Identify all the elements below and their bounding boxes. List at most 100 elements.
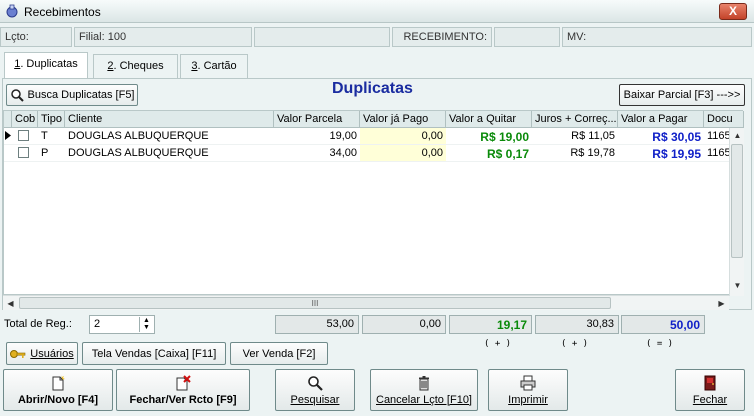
cancelar-lcto-label: Cancelar Lçto [F10] [376, 393, 472, 406]
vertical-scroll-thumb[interactable] [731, 144, 743, 258]
valor-parcela-cell: 34,00 [274, 145, 360, 162]
filial-label: Filial: 100 [79, 31, 127, 43]
fechar-label: Fechar [692, 393, 728, 406]
bottom-button-bar: Abrir/Novo [F4] Fechar/Ver Rcto [F9] Pes… [0, 369, 754, 413]
busca-duplicatas-button[interactable]: Busca Duplicatas [F5] [6, 84, 138, 106]
search-icon [10, 89, 24, 102]
valor-parcela-cell: 19,00 [274, 128, 360, 145]
tela-vendas-button[interactable]: Tela Vendas [Caixa] [F11] [82, 342, 226, 365]
abrir-novo-label: Abrir/Novo [F4] [17, 393, 99, 406]
horizontal-scrollbar[interactable]: ◀ III ▶ [3, 295, 729, 310]
table-row[interactable]: T DOUGLAS ALBUQUERQUE 19,00 0,00 R$ 19,0… [4, 128, 744, 145]
total-reg-label: Total de Reg.: [4, 318, 72, 330]
mv-field: MV: [562, 27, 752, 47]
tipo-cell: P [38, 145, 65, 162]
scroll-grip: III [311, 299, 319, 308]
cob-checkbox[interactable] [18, 130, 29, 141]
lcto-field: Lçto: [0, 27, 72, 47]
fechar-button[interactable]: Fechar [675, 369, 745, 411]
scroll-up-icon[interactable]: ▲ [730, 128, 745, 143]
sign-equals: ( = ) [646, 339, 674, 349]
usuarios-label: Usuários [30, 347, 74, 360]
tipo-cell: T [38, 128, 65, 145]
abrir-novo-button[interactable]: Abrir/Novo [F4] [3, 369, 113, 411]
column-header-juros[interactable]: Juros + Correç... [532, 111, 618, 128]
tab-cartao[interactable]: 3. Cartão [180, 54, 248, 78]
valor-pago-cell[interactable]: 0,00 [360, 145, 446, 162]
tab-label: . Cartão [197, 60, 237, 72]
panel-heading: Duplicatas [332, 80, 413, 97]
close-document-icon [176, 374, 191, 390]
tab-label: . Cheques [113, 60, 164, 72]
recebimento-field: RECEBIMENTO: [392, 27, 492, 47]
column-header-cob[interactable]: Cob [12, 111, 38, 128]
current-row-indicator [4, 128, 12, 145]
recebimentos-window: Recebimentos X Lçto: Filial: 100 RECEBIM… [0, 0, 754, 416]
window-title: Recebimentos [24, 5, 101, 19]
ver-venda-button[interactable]: Ver Venda [F2] [230, 342, 328, 365]
table-row[interactable]: P DOUGLAS ALBUQUERQUE 34,00 0,00 R$ 0,17… [4, 145, 744, 162]
blank-field [254, 27, 390, 47]
valor-quitar-cell: R$ 19,00 [446, 128, 532, 145]
horizontal-scroll-thumb[interactable]: III [19, 297, 611, 309]
valor-quitar-cell: R$ 0,17 [446, 145, 532, 162]
ver-venda-label: Ver Venda [F2] [242, 347, 316, 360]
scroll-down-icon[interactable]: ▼ [730, 278, 745, 293]
cancelar-lcto-button[interactable]: Cancelar Lçto [F10] [370, 369, 478, 411]
exit-door-icon [704, 375, 716, 390]
recebimento-label: RECEBIMENTO: [403, 31, 487, 43]
usuarios-button[interactable]: Usuários [6, 342, 78, 365]
app-icon [6, 4, 18, 18]
total-valor-pagar: 50,00 [621, 315, 705, 334]
cob-checkbox-cell [12, 128, 38, 145]
total-valor-parcela: 53,00 [275, 315, 359, 334]
row-indicator [4, 145, 12, 162]
cob-checkbox-cell [12, 145, 38, 162]
close-button[interactable]: X [719, 3, 747, 20]
key-icon [10, 349, 26, 358]
new-document-icon [52, 374, 65, 390]
total-valor-quitar: 19,17 [449, 315, 532, 334]
cob-checkbox[interactable] [18, 147, 29, 158]
pesquisar-button[interactable]: Pesquisar [275, 369, 355, 411]
row-pointer-icon [5, 131, 11, 140]
sign-plus: ( + ) [484, 339, 512, 349]
total-reg-spinner[interactable]: 2 ▲ ▼ [89, 315, 155, 334]
column-header-valor-pago[interactable]: Valor já Pago [360, 111, 446, 128]
title-bar: Recebimentos X [0, 0, 754, 23]
recebimento-value [494, 27, 560, 47]
cliente-cell: DOUGLAS ALBUQUERQUE [65, 145, 274, 162]
juros-cell: R$ 11,05 [532, 128, 618, 145]
column-header-cliente[interactable]: Cliente [65, 111, 274, 128]
valor-pagar-cell: R$ 30,05 [618, 128, 704, 145]
fechar-ver-rcto-label: Fechar/Ver Rcto [F9] [129, 393, 237, 406]
valor-pago-cell[interactable]: 0,00 [360, 128, 446, 145]
tab-duplicatas[interactable]: 1. Duplicatas [4, 52, 88, 78]
column-header-tipo[interactable]: Tipo [38, 111, 65, 128]
total-valor-pago: 0,00 [362, 315, 446, 334]
fechar-ver-rcto-button[interactable]: Fechar/Ver Rcto [F9] [116, 369, 250, 411]
pesquisar-label: Pesquisar [290, 393, 340, 406]
baixar-parcial-button[interactable]: Baixar Parcial [F3] --->> [619, 84, 745, 106]
scroll-right-icon[interactable]: ▶ [714, 296, 729, 311]
tab-cheques[interactable]: 2. Cheques [93, 54, 178, 78]
imprimir-button[interactable]: Imprimir [488, 369, 568, 411]
tela-vendas-label: Tela Vendas [Caixa] [F11] [91, 347, 217, 360]
total-juros: 30,83 [535, 315, 619, 334]
vertical-scrollbar[interactable]: ▲ ▼ [729, 128, 744, 296]
imprimir-label: Imprimir [508, 393, 548, 406]
cliente-cell: DOUGLAS ALBUQUERQUE [65, 128, 274, 145]
close-icon: X [728, 4, 737, 18]
valor-pagar-cell: R$ 19,95 [618, 145, 704, 162]
sign-plus: ( + ) [561, 339, 589, 349]
spinner-arrows-icon[interactable]: ▲ ▼ [139, 317, 153, 332]
juros-cell: R$ 19,78 [532, 145, 618, 162]
scroll-left-icon[interactable]: ◀ [3, 296, 18, 311]
column-header-documento[interactable]: Docu [704, 111, 744, 128]
total-reg-value: 2 [94, 318, 101, 330]
column-header-valor-pagar[interactable]: Valor a Pagar [618, 111, 704, 128]
column-header-valor-parcela[interactable]: Valor Parcela [274, 111, 360, 128]
lcto-label: Lçto: [5, 31, 29, 43]
column-header-valor-quitar[interactable]: Valor a Quitar [446, 111, 532, 128]
busca-duplicatas-label: Busca Duplicatas [F5] [27, 89, 135, 101]
